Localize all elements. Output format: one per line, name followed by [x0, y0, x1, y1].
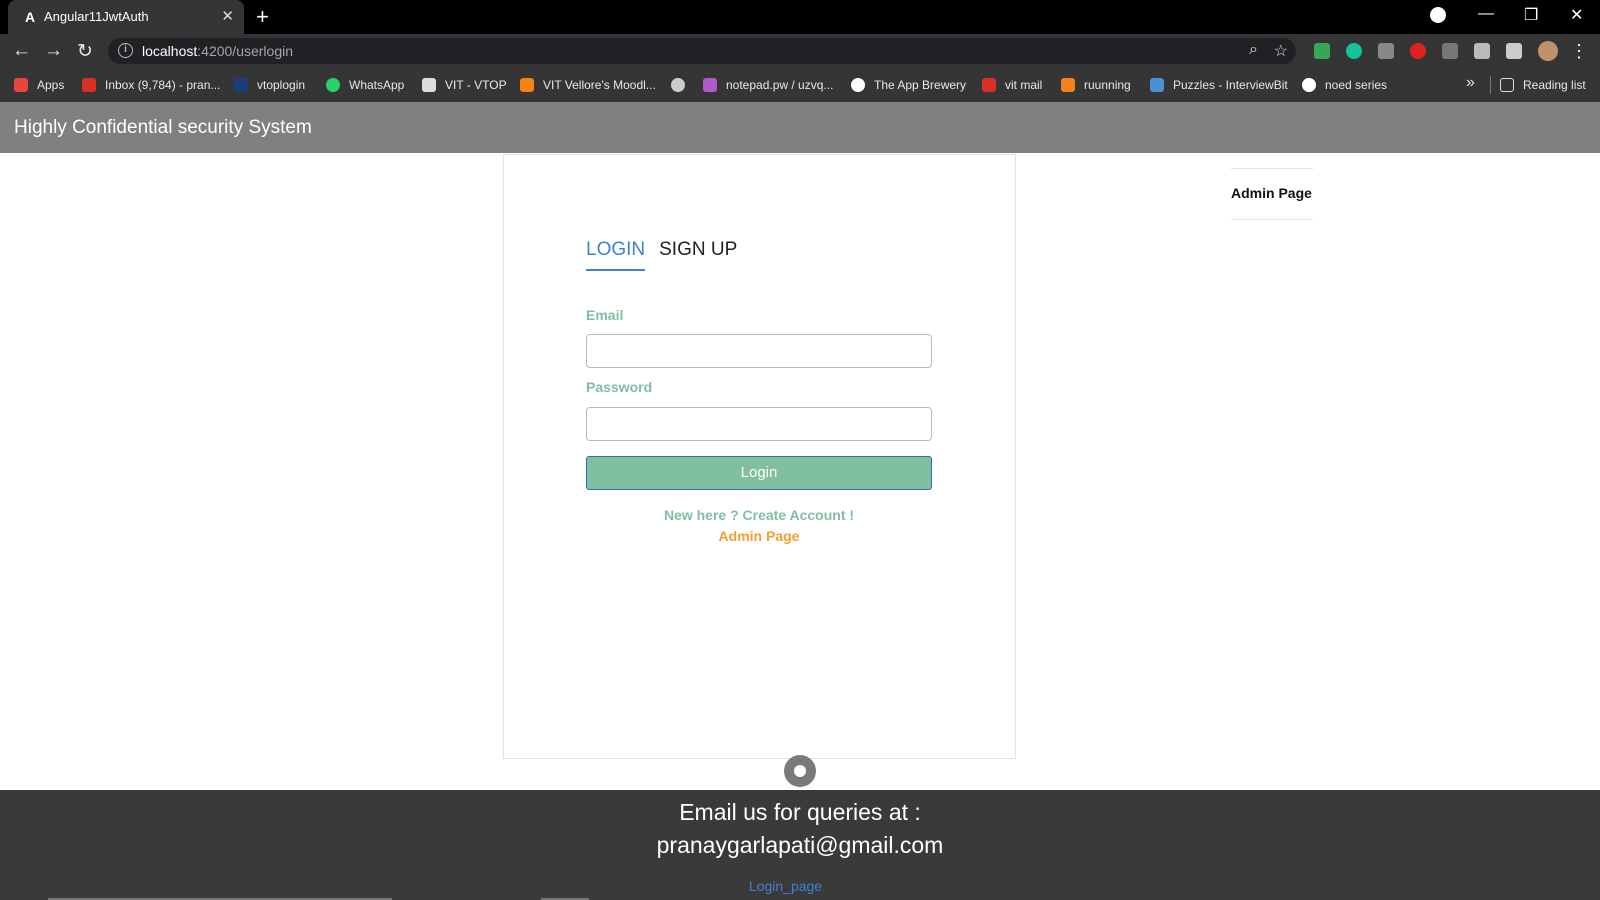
tab-login[interactable]: LOGIN	[586, 239, 646, 271]
bookmark-inbox[interactable]: Inbox (9,784) - pran...	[82, 76, 220, 94]
vtop-icon	[234, 78, 248, 92]
app-title[interactable]: Highly Confidential security System	[14, 117, 312, 139]
bookmark-label: VIT Vellore's Moodl...	[543, 78, 656, 92]
footer-contact-heading: Email us for queries at :	[679, 799, 921, 825]
bookmarks-divider	[1490, 76, 1491, 94]
extension-e-icon[interactable]	[1378, 43, 1394, 59]
bookmark-moodle[interactable]: VIT Vellore's Moodl...	[520, 76, 656, 94]
bookmark-interviewbit[interactable]: Puzzles - InterviewBit	[1150, 76, 1288, 94]
bookmark-label: WhatsApp	[349, 78, 405, 92]
interviewbit-icon	[1150, 78, 1164, 92]
login-button[interactable]: Login	[586, 456, 932, 490]
password-field[interactable]	[586, 407, 932, 441]
more-bookmarks-icon[interactable]: »	[1466, 74, 1475, 92]
minimize-icon[interactable]: —	[1478, 5, 1494, 23]
extensions-puzzle-icon[interactable]	[1506, 43, 1522, 59]
tab-title: Angular11JwtAuth	[44, 9, 149, 24]
bookmark-label: noed series	[1325, 78, 1388, 92]
bookmark-label: Apps	[37, 78, 65, 92]
bookmarks-bar: Apps Inbox (9,784) - pran... vtoplogin W…	[0, 68, 1600, 102]
sidebar-admin-page[interactable]: Admin Page	[1231, 168, 1313, 220]
password-label: Password	[586, 379, 653, 395]
email-label: Email	[586, 307, 624, 323]
email-field[interactable]	[586, 334, 932, 368]
notepad-icon	[703, 78, 717, 92]
bookmark-label: Inbox (9,784) - pran...	[105, 78, 221, 92]
app-header: Highly Confidential security System	[0, 102, 1600, 153]
bookmark-vtoplogin[interactable]: vtoplogin	[234, 76, 305, 94]
browser-tabstrip: A Angular11JwtAuth ✕ + — ❐ ✕	[0, 0, 1600, 34]
back-icon[interactable]: ←	[12, 40, 31, 62]
bookmark-ruunning[interactable]: ruunning	[1061, 76, 1131, 94]
forward-icon[interactable]: →	[44, 40, 63, 62]
footer-email: pranaygarlapati@gmail.com	[656, 832, 944, 858]
extension-red-icon[interactable]	[1410, 43, 1426, 59]
reading-list[interactable]: Reading list	[1500, 76, 1586, 94]
vit-icon	[422, 78, 436, 92]
bookmark-globe[interactable]	[671, 76, 694, 94]
globe-icon	[671, 78, 685, 92]
bookmark-label: vit mail	[1005, 78, 1043, 92]
create-account-link[interactable]: New here ? Create Account !	[586, 507, 932, 523]
moodle-icon	[520, 78, 534, 92]
bookmark-apps[interactable]: Apps	[14, 76, 64, 94]
bookmark-notepad[interactable]: notepad.pw / uzvq...	[703, 76, 833, 94]
grammarly-icon[interactable]	[1346, 43, 1362, 59]
extension-pages-icon[interactable]	[1442, 43, 1458, 59]
new-tab-icon[interactable]: +	[256, 4, 269, 30]
tab-signup[interactable]: SIGN UP	[659, 239, 737, 271]
window-close-icon[interactable]: ✕	[1570, 5, 1583, 25]
bookmark-label: VIT - VTOP	[445, 78, 507, 92]
zoom-icon[interactable]: ⌕	[1249, 41, 1258, 59]
restore-icon[interactable]: ❐	[1524, 5, 1538, 25]
bookmark-label: The App Brewery	[874, 78, 967, 92]
stackoverflow-icon	[1061, 78, 1075, 92]
profile-menu-icon[interactable]	[1430, 7, 1446, 23]
avatar[interactable]	[1538, 41, 1558, 61]
reading-list-label: Reading list	[1523, 78, 1586, 92]
scroll-dot-icon	[794, 765, 806, 777]
bookmark-noed-series[interactable]: noed series	[1302, 76, 1387, 94]
browser-menu-icon[interactable]: ⋮	[1570, 41, 1588, 62]
close-tab-icon[interactable]: ✕	[221, 7, 234, 25]
footer: Email us for queries at : pranaygarlapat…	[0, 790, 1600, 900]
login-card: LOGIN SIGN UP Email Password Login New h…	[503, 154, 1016, 759]
browser-toolbar: ← → ↻ i localhost:4200/userlogin ⌕ ☆ ⋮	[0, 34, 1600, 68]
admin-page-link[interactable]: Admin Page	[586, 528, 932, 544]
bookmark-label: vtoplogin	[257, 78, 306, 92]
github-icon	[1302, 78, 1316, 92]
bookmark-app-brewery[interactable]: The App Brewery	[851, 76, 966, 94]
app-brewery-icon	[851, 78, 865, 92]
angular-icon: A	[24, 9, 36, 25]
reading-list-icon	[1500, 78, 1514, 92]
gmail-icon	[982, 78, 996, 92]
reload-icon[interactable]: ↻	[77, 40, 93, 63]
extension-window-icon[interactable]	[1474, 43, 1490, 59]
address-bar[interactable]: i localhost:4200/userlogin ⌕ ☆	[108, 38, 1296, 64]
bookmark-vit-mail[interactable]: vit mail	[982, 76, 1042, 94]
site-info-icon[interactable]: i	[118, 43, 133, 58]
scroll-indicator[interactable]	[784, 755, 816, 787]
browser-tab[interactable]: A Angular11JwtAuth ✕	[8, 0, 244, 34]
bookmark-star-icon[interactable]: ☆	[1274, 41, 1288, 61]
whatsapp-icon	[326, 78, 340, 92]
url-text: localhost:4200/userlogin	[142, 43, 294, 59]
bookmark-label: ruunning	[1084, 78, 1131, 92]
apps-grid-icon	[14, 78, 28, 92]
google-drive-icon[interactable]	[1314, 43, 1330, 59]
bookmark-vit-vtop[interactable]: VIT - VTOP	[422, 76, 507, 94]
auth-tabs: LOGIN SIGN UP	[586, 239, 751, 271]
bookmark-label: notepad.pw / uzvq...	[726, 78, 834, 92]
bookmark-whatsapp[interactable]: WhatsApp	[326, 76, 404, 94]
bookmark-label: Puzzles - InterviewBit	[1173, 78, 1288, 92]
footer-login-link[interactable]: Login_page	[0, 878, 1571, 894]
gmail-icon	[82, 78, 96, 92]
